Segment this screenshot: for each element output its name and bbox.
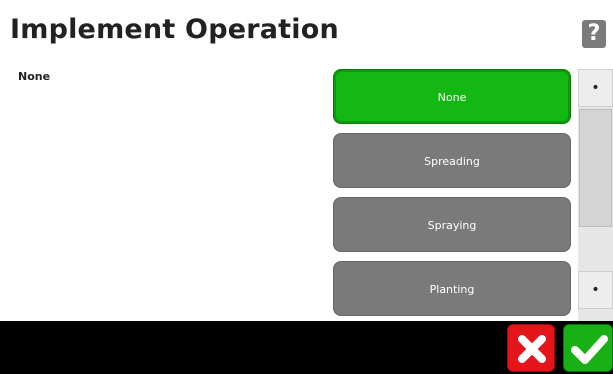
scrollbar[interactable]: • • (578, 69, 613, 321)
option-planting[interactable]: Planting (333, 261, 571, 316)
screen: Implement Operation ? None None Spreadin… (0, 0, 613, 374)
current-selection-label: None (18, 70, 51, 83)
confirm-button[interactable] (563, 324, 613, 372)
check-icon (571, 335, 608, 364)
option-spreading[interactable]: Spreading (333, 133, 571, 188)
scroll-up-button[interactable]: • (578, 69, 613, 107)
option-none[interactable]: None (333, 69, 571, 124)
operation-list: None Spreading Spraying Planting (333, 69, 573, 321)
close-icon (518, 335, 546, 363)
option-spraying[interactable]: Spraying (333, 197, 571, 252)
scroll-down-button[interactable]: • (578, 271, 613, 309)
page-title: Implement Operation (10, 14, 339, 45)
scroll-thumb[interactable] (579, 109, 612, 227)
cancel-button[interactable] (507, 324, 555, 372)
help-button[interactable]: ? (582, 20, 606, 48)
header: Implement Operation ? (0, 0, 613, 60)
